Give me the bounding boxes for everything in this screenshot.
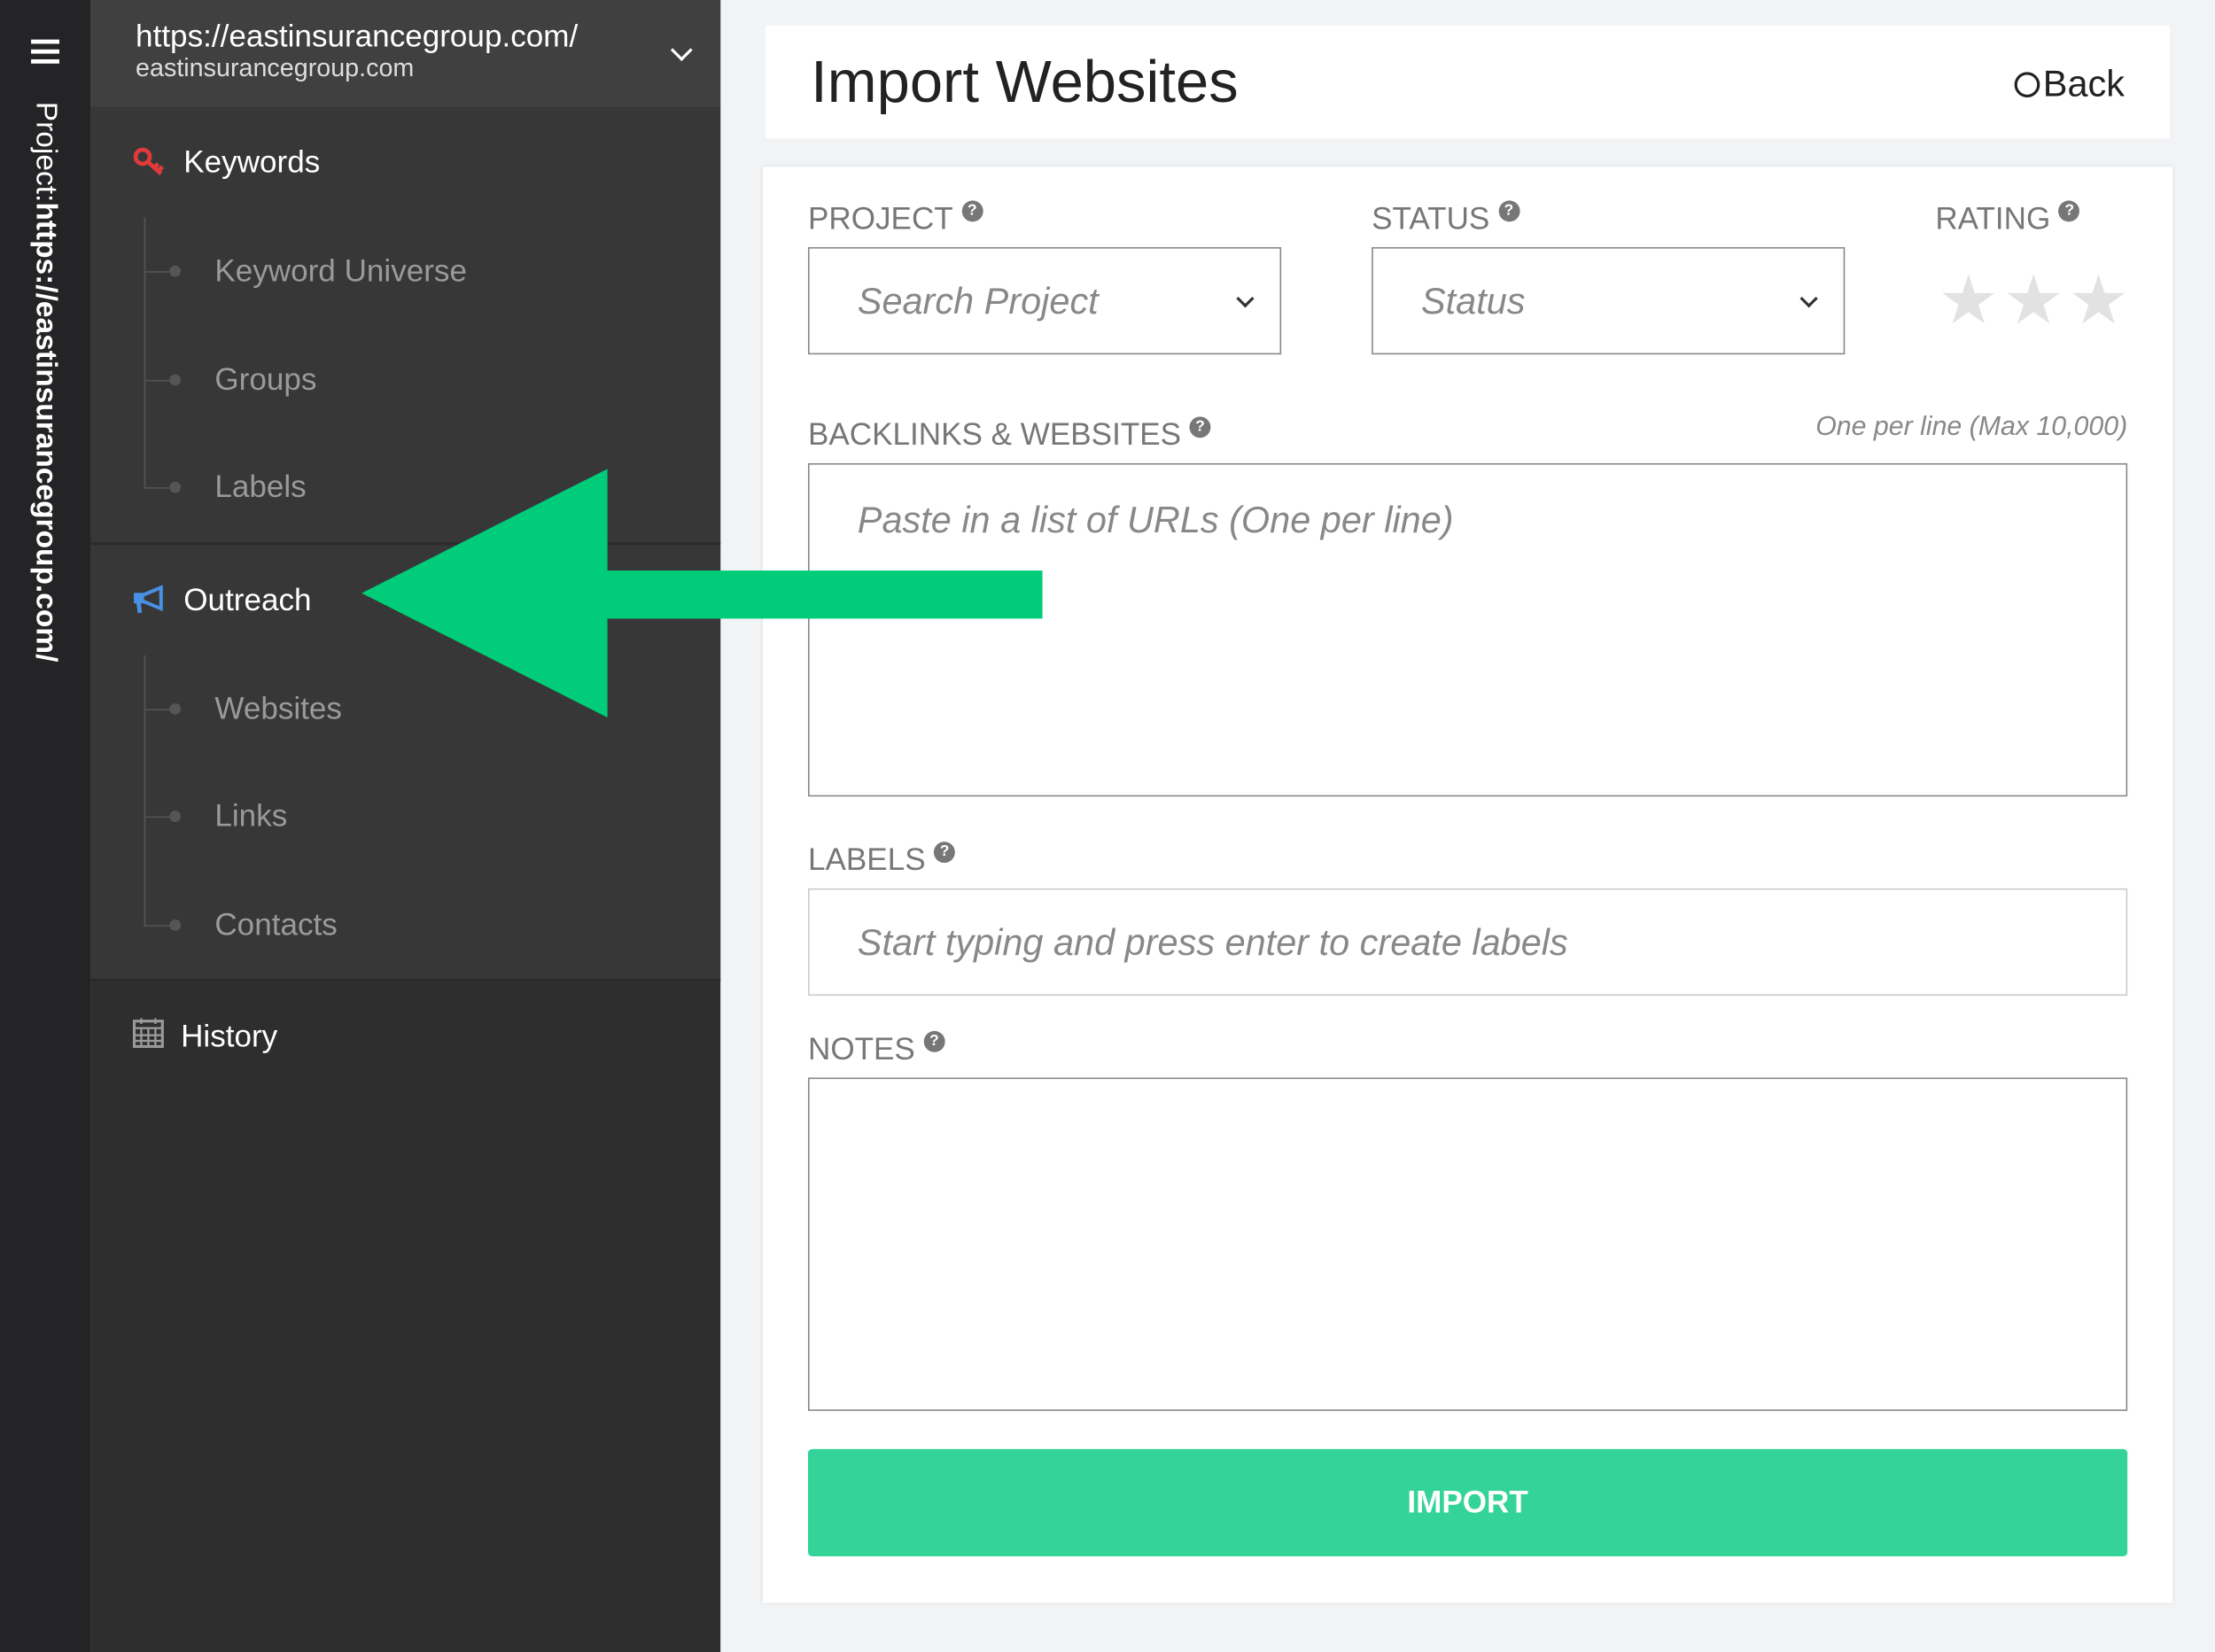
arrow-left-circle-icon <box>2014 71 2040 97</box>
project-vertical-label: Project:https://eastinsurancegroup.com/ <box>29 101 63 663</box>
back-button[interactable]: Back <box>2014 62 2125 105</box>
megaphone-icon <box>133 584 167 615</box>
status-label: STATUS? <box>1372 200 1519 237</box>
annotation-arrow-icon <box>361 469 1043 717</box>
backlinks-label: BACKLINKS & WEBSITES? <box>808 416 1211 453</box>
page-title: Import Websites <box>811 48 1239 115</box>
backlinks-hint: One per line (Max 10,000) <box>1815 412 2128 443</box>
help-icon[interactable]: ? <box>961 200 983 222</box>
sidebar-item-contacts[interactable]: Contacts <box>144 871 720 979</box>
sidebar: https://eastinsurancegroup.com/ eastinsu… <box>90 0 721 1652</box>
calendar-icon <box>132 1017 167 1057</box>
project-select[interactable]: Search Project <box>807 247 1282 355</box>
chevron-down-icon <box>1236 290 1255 308</box>
star-icon[interactable]: ★ <box>2003 268 2064 337</box>
sidebar-item-keywords[interactable]: Keywords <box>90 107 720 217</box>
import-form: PROJECT? Search Project STATUS? Status R… <box>762 167 2173 1603</box>
help-icon[interactable]: ? <box>934 842 956 864</box>
star-icon[interactable]: ★ <box>1939 268 2000 337</box>
rating-stars: ★ ★ ★ <box>1939 268 2129 337</box>
rating-label: RATING? <box>1935 200 2080 237</box>
sidebar-item-keyword-universe[interactable]: Keyword Universe <box>144 218 720 326</box>
hamburger-menu-icon[interactable] <box>31 39 59 64</box>
sidebar-item-history[interactable]: History <box>90 981 720 1091</box>
help-icon[interactable]: ? <box>923 1030 945 1052</box>
import-button[interactable]: IMPORT <box>807 1448 2128 1557</box>
help-icon[interactable]: ? <box>1497 200 1519 222</box>
help-icon[interactable]: ? <box>2058 200 2080 222</box>
chevron-down-icon <box>1799 290 1818 308</box>
help-icon[interactable]: ? <box>1189 416 1211 438</box>
labels-input[interactable]: Start typing and press enter to create l… <box>807 888 2128 997</box>
project-label: PROJECT? <box>808 200 983 237</box>
key-icon <box>133 147 167 178</box>
project-switcher[interactable]: https://eastinsurancegroup.com/ eastinsu… <box>90 0 721 108</box>
status-select[interactable]: Status <box>1372 247 1846 355</box>
notes-textarea[interactable] <box>807 1077 2128 1411</box>
chevron-down-icon <box>670 39 693 62</box>
sidebar-item-groups[interactable]: Groups <box>144 326 720 434</box>
star-icon[interactable]: ★ <box>2068 268 2129 337</box>
labels-label: LABELS? <box>808 842 956 878</box>
sidebar-item-links[interactable]: Links <box>144 763 720 871</box>
notes-label: NOTES? <box>808 1030 945 1067</box>
project-domain: eastinsurancegroup.com <box>136 53 415 82</box>
page-header: Import Websites Back <box>766 25 2170 139</box>
project-rail: Project:https://eastinsurancegroup.com/ <box>0 0 91 1652</box>
project-url: https://eastinsurancegroup.com/ <box>136 18 579 54</box>
